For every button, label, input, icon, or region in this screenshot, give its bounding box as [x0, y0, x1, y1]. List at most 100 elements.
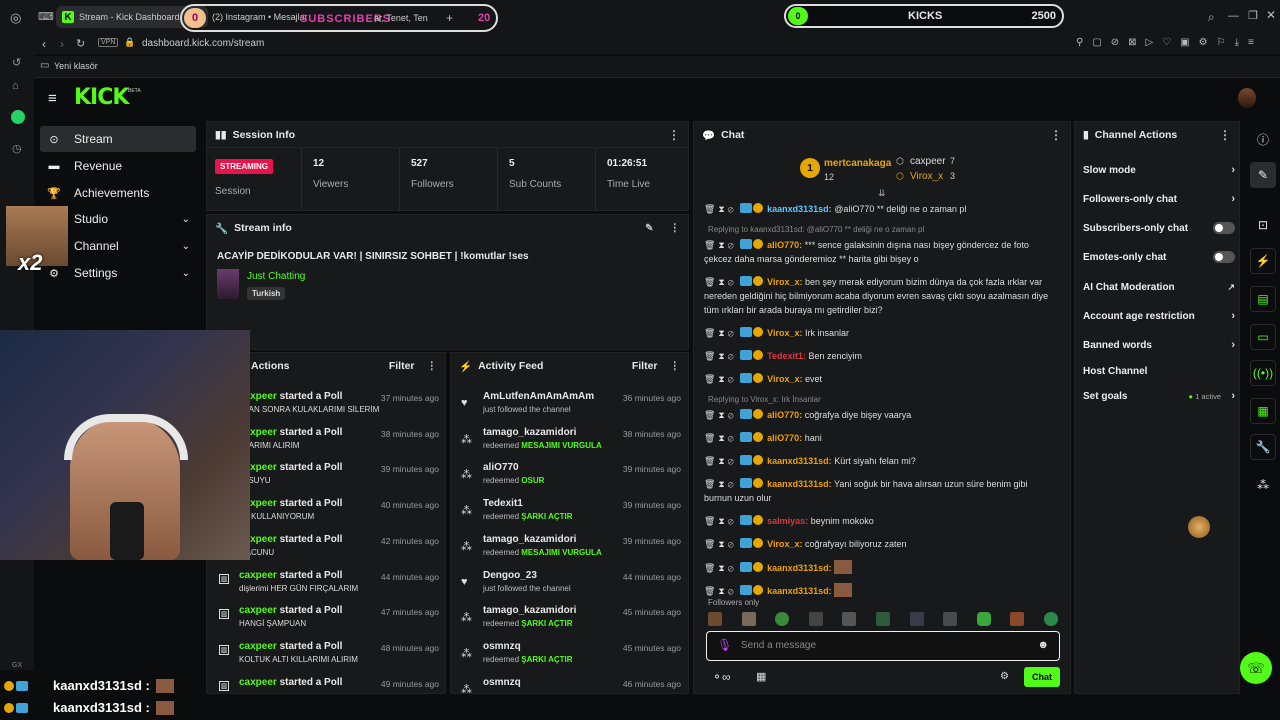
channel-action-item[interactable]: Banned words ›	[1083, 335, 1235, 355]
chat-username[interactable]: kaanxd3131sd:	[767, 204, 832, 214]
activity-user[interactable]: tamago_kazamidori	[483, 427, 576, 438]
channel-action-item[interactable]: Account age restriction ›	[1083, 306, 1235, 326]
document-icon[interactable]: ▤	[1250, 286, 1276, 312]
chat-username[interactable]: salmiyas:	[767, 516, 808, 526]
mod-actions-icon[interactable]: 🗑⧗⊘	[704, 202, 737, 216]
bookmark-folder[interactable]: Yeni klasör	[54, 61, 98, 71]
tool-icon[interactable]: 🔧	[1250, 434, 1276, 460]
more-icon[interactable]: ⋮	[670, 360, 681, 372]
mod-actions-icon[interactable]: 🗑⧗⊘	[704, 514, 737, 528]
channel-action-item[interactable]: Followers-only chat ›	[1083, 189, 1235, 209]
filter-button[interactable]: Filter	[632, 360, 658, 372]
mod-actions-icon[interactable]: 🗑⧗⊘	[704, 431, 737, 445]
more-icon[interactable]: ⋮	[427, 360, 438, 372]
activity-user[interactable]: osmnzq	[483, 677, 521, 688]
opera-menu-icon[interactable]: ◎	[10, 10, 21, 26]
chat-username[interactable]: Virox_x:	[767, 277, 802, 287]
close-icon[interactable]: ✕	[1266, 8, 1276, 22]
chat-username[interactable]: aliO770:	[767, 410, 802, 420]
chat-username[interactable]: kaanxd3131sd:	[767, 456, 832, 466]
emote-icon[interactable]	[1010, 612, 1025, 626]
activity-user[interactable]: AmLutfenAmAmAmAm	[483, 391, 594, 402]
chat-username[interactable]: Virox_x:	[767, 539, 802, 549]
mod-actions-icon[interactable]: 🗑⧗⊘	[704, 238, 737, 252]
mod-actions-icon[interactable]: 🗑⧗⊘	[704, 326, 737, 340]
chat-username[interactable]: Virox_x:	[767, 328, 802, 338]
emote-icon[interactable]	[775, 612, 790, 626]
sidebar-item-achievements[interactable]: 🏆 Achievements	[40, 180, 196, 206]
message-icon[interactable]: ▭	[1250, 324, 1276, 350]
microphone-icon[interactable]: 🎙	[717, 638, 732, 652]
top-gifter-user[interactable]: mertcanakaga	[824, 158, 891, 169]
search-icon[interactable]: ⌕	[1208, 10, 1215, 25]
puzzle-icon[interactable]: ⁂	[1250, 472, 1276, 498]
history-icon[interactable]: ↺	[12, 56, 21, 69]
extensions-icon[interactable]: ⌂	[12, 80, 19, 92]
emote-icon[interactable]	[909, 612, 924, 626]
forward-icon[interactable]: ›	[60, 37, 64, 51]
mod-actions-icon[interactable]: 🗑⧗⊘	[704, 372, 737, 386]
emote-icon[interactable]	[708, 612, 722, 626]
chat-username[interactable]: kaanxd3131sd:	[767, 586, 832, 596]
mod-actions-icon[interactable]: 🗑⧗⊘	[704, 408, 737, 422]
channel-action-item[interactable]: Subscribers-only chat	[1083, 218, 1235, 238]
action-user[interactable]: caxpeer	[239, 570, 277, 581]
send-chat-button[interactable]: Chat	[1024, 667, 1060, 687]
emote-icon[interactable]	[976, 612, 991, 626]
channel-action-item[interactable]: AI Chat Moderation ↗	[1083, 277, 1235, 297]
emote-icon[interactable]	[875, 612, 890, 626]
screenshot-icon[interactable]: ⊡	[1250, 212, 1276, 238]
clock-icon[interactable]: ◷	[12, 142, 22, 155]
whatsapp-icon[interactable]	[11, 110, 25, 124]
support-chat-icon[interactable]: ☏	[1240, 652, 1272, 684]
chat-scrollbar[interactable]	[1070, 572, 1071, 590]
mod-actions-icon[interactable]: 🗑⧗⊘	[704, 561, 737, 575]
chat-username[interactable]: kaanxd3131sd:	[767, 479, 832, 489]
activity-user[interactable]: Tedexit1	[483, 498, 523, 509]
chat-username[interactable]: kaanxd3131sd:	[767, 563, 832, 573]
mod-actions-icon[interactable]: 🗑⧗⊘	[704, 349, 737, 363]
mod-actions-icon[interactable]: 🗑⧗⊘	[704, 477, 737, 491]
sidebar-item-stream[interactable]: ⊙ Stream	[40, 126, 196, 152]
filter-button[interactable]: Filter	[389, 360, 415, 372]
toolbar-icons[interactable]: ⚲▢⊘⊠▷♡▣⚙⚐⤓≡	[1076, 37, 1263, 48]
broadcast-icon[interactable]: ((•))	[1250, 360, 1276, 386]
channel-action-item[interactable]: Set goals ● 1 active ›	[1083, 386, 1235, 406]
channel-action-item[interactable]: Emotes-only chat	[1083, 247, 1235, 267]
emote-icon[interactable]	[808, 612, 823, 626]
action-user[interactable]: caxpeer	[239, 677, 277, 688]
action-user[interactable]: caxpeer	[239, 641, 277, 652]
edit-icon[interactable]: ✎	[1250, 162, 1276, 188]
more-icon[interactable]: ⋮	[670, 222, 681, 234]
lightning-icon[interactable]: ⚡	[1250, 248, 1276, 274]
emote-icon[interactable]	[1043, 612, 1058, 626]
sidebar-item-revenue[interactable]: ▬ Revenue	[40, 153, 196, 179]
emote-icon[interactable]	[943, 612, 958, 626]
emote-icon[interactable]	[741, 612, 756, 626]
kick-logo[interactable]: KICK	[74, 85, 129, 110]
mod-actions-icon[interactable]: 🗑⧗⊘	[704, 537, 737, 551]
activity-user[interactable]: tamago_kazamidori	[483, 605, 576, 616]
edit-icon[interactable]: ✎	[645, 223, 653, 234]
activity-user[interactable]: osmnzq	[483, 641, 521, 652]
message-input-box[interactable]: 🎙 Send a message ☻	[706, 631, 1060, 661]
chat-username[interactable]: aliO770:	[767, 433, 802, 443]
pin-icon[interactable]: ⇊	[878, 188, 886, 199]
chat-username[interactable]: Virox_x:	[767, 374, 802, 384]
second-gifter-user[interactable]: caxpeer	[910, 156, 946, 167]
chat-tools-icon[interactable]: ⚬∞	[712, 670, 731, 684]
toggle-switch[interactable]	[1213, 251, 1235, 263]
url-field[interactable]: dashboard.kick.com/stream	[142, 38, 264, 49]
info-icon[interactable]: ⓘ	[1250, 126, 1276, 152]
activity-user[interactable]: Dengoo_23	[483, 570, 537, 581]
category-link[interactable]: Just Chatting	[247, 271, 305, 282]
toggle-switch[interactable]	[1213, 222, 1235, 234]
chat-username[interactable]: aliO770:	[767, 240, 802, 250]
minimize-icon[interactable]: —	[1228, 10, 1239, 22]
channel-action-item[interactable]: Slow mode ›	[1083, 160, 1235, 180]
activity-user[interactable]: tamago_kazamidori	[483, 534, 576, 545]
chat-settings-icon[interactable]: ⚙	[1000, 671, 1009, 682]
third-gifter-user[interactable]: Virox_x	[910, 171, 943, 182]
back-icon[interactable]: ‹	[42, 37, 46, 51]
store-icon[interactable]: ▦	[756, 670, 766, 683]
